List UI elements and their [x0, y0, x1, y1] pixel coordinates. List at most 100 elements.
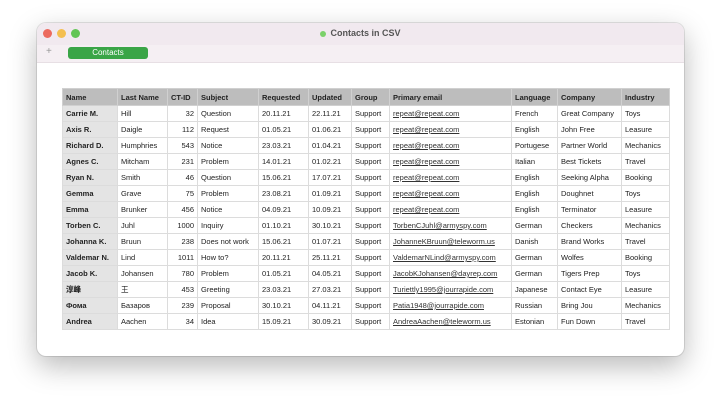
company-cell[interactable]: Tigers Prep	[557, 265, 622, 282]
company-cell[interactable]: Wolfes	[557, 249, 622, 266]
email-link[interactable]: TorbenCJuhl@armyspy.com	[389, 217, 512, 234]
company-cell[interactable]: Best Tickets	[557, 153, 622, 170]
updated-cell[interactable]: 01.02.21	[308, 153, 352, 170]
table-row[interactable]: Valdemar N. Lind 1011 How to? 20.11.21 25.11.…	[62, 249, 670, 266]
subject-cell[interactable]: Proposal	[197, 297, 259, 314]
table-row[interactable]: Emma Brunker 456 Notice 04.09.21 10.09.21 Supp…	[62, 201, 670, 218]
subject-cell[interactable]: Problem	[197, 185, 259, 202]
last-name-cell[interactable]: Bruun	[117, 233, 168, 250]
updated-cell[interactable]: 27.03.21	[308, 281, 352, 298]
company-cell[interactable]: Checkers	[557, 217, 622, 234]
company-cell[interactable]: Seeking Alpha	[557, 169, 622, 186]
company-cell[interactable]: Terminator	[557, 201, 622, 218]
subject-cell[interactable]: How to?	[197, 249, 259, 266]
subject-cell[interactable]: Greeting	[197, 281, 259, 298]
updated-cell[interactable]: 22.11.21	[308, 105, 352, 122]
column-header-requested[interactable]: Requested	[258, 88, 309, 106]
name-cell[interactable]: Agnes C.	[62, 153, 118, 170]
last-name-cell[interactable]: Grave	[117, 185, 168, 202]
last-name-cell[interactable]: Mitcham	[117, 153, 168, 170]
group-cell[interactable]: Support	[351, 265, 390, 282]
requested-cell[interactable]: 20.11.21	[258, 105, 309, 122]
name-cell[interactable]: Johanna K.	[62, 233, 118, 250]
table-row[interactable]: Jacob K. Johansen 780 Problem 01.05.21 04.05.…	[62, 265, 670, 282]
last-name-cell[interactable]: Lind	[117, 249, 168, 266]
email-link[interactable]: JohanneKBruun@teleworm.us	[389, 233, 512, 250]
last-name-cell[interactable]: Humphries	[117, 137, 168, 154]
column-header-updated[interactable]: Updated	[308, 88, 352, 106]
subject-cell[interactable]: Notice	[197, 137, 259, 154]
email-link[interactable]: repeat@repeat.com	[389, 137, 512, 154]
column-header-name[interactable]: Name	[62, 88, 118, 106]
column-header-primary-email[interactable]: Primary email	[389, 88, 512, 106]
updated-cell[interactable]: 04.11.21	[308, 297, 352, 314]
table-row[interactable]: Фома Базаров 239 Proposal 30.10.21 04.11.21 Su…	[62, 297, 670, 314]
language-cell[interactable]: German	[511, 265, 558, 282]
email-link[interactable]: AndreaAachen@teleworm.us	[389, 313, 512, 330]
industry-cell[interactable]: Booking	[621, 169, 670, 186]
industry-cell[interactable]: Mechanics	[621, 137, 670, 154]
updated-cell[interactable]: 01.04.21	[308, 137, 352, 154]
email-link[interactable]: repeat@repeat.com	[389, 153, 512, 170]
name-cell[interactable]: Axis R.	[62, 121, 118, 138]
industry-cell[interactable]: Travel	[621, 313, 670, 330]
name-cell[interactable]: Фома	[62, 297, 118, 314]
last-name-cell[interactable]: Smith	[117, 169, 168, 186]
requested-cell[interactable]: 01.05.21	[258, 121, 309, 138]
ct-id-cell[interactable]: 453	[167, 281, 198, 298]
company-cell[interactable]: Great Company	[557, 105, 622, 122]
company-cell[interactable]: Doughnet	[557, 185, 622, 202]
group-cell[interactable]: Support	[351, 153, 390, 170]
email-link[interactable]: Patia1948@jourrapide.com	[389, 297, 512, 314]
company-cell[interactable]: John Free	[557, 121, 622, 138]
industry-cell[interactable]: Leasure	[621, 281, 670, 298]
subject-cell[interactable]: Notice	[197, 201, 259, 218]
language-cell[interactable]: Italian	[511, 153, 558, 170]
table-row[interactable]: 淳峰王 453 Greeting 23.03.21 27.03.21 Support Tur…	[62, 281, 670, 298]
subject-cell[interactable]: Inquiry	[197, 217, 259, 234]
updated-cell[interactable]: 17.07.21	[308, 169, 352, 186]
table-row[interactable]: Andrea Aachen 34 Idea 15.09.21 30.09.21 Suppor…	[62, 313, 670, 330]
table-row[interactable]: Johanna K. Bruun 238 Does not work 15.06.21 0…	[62, 233, 670, 250]
column-header-ct-id[interactable]: CT-ID	[167, 88, 198, 106]
ct-id-cell[interactable]: 46	[167, 169, 198, 186]
language-cell[interactable]: English	[511, 201, 558, 218]
company-cell[interactable]: Contact Eye	[557, 281, 622, 298]
last-name-cell[interactable]: Aachen	[117, 313, 168, 330]
industry-cell[interactable]: Toys	[621, 265, 670, 282]
language-cell[interactable]: German	[511, 217, 558, 234]
email-link[interactable]: repeat@repeat.com	[389, 185, 512, 202]
column-header-industry[interactable]: Industry	[621, 88, 670, 106]
requested-cell[interactable]: 04.09.21	[258, 201, 309, 218]
ct-id-cell[interactable]: 1011	[167, 249, 198, 266]
ct-id-cell[interactable]: 1000	[167, 217, 198, 234]
name-cell[interactable]: Carrie M.	[62, 105, 118, 122]
column-header-language[interactable]: Language	[511, 88, 558, 106]
group-cell[interactable]: Support	[351, 233, 390, 250]
group-cell[interactable]: Support	[351, 249, 390, 266]
name-cell[interactable]: 淳峰	[62, 281, 118, 298]
company-cell[interactable]: Partner World	[557, 137, 622, 154]
group-cell[interactable]: Support	[351, 313, 390, 330]
email-link[interactable]: ValdemarNLind@armyspy.com	[389, 249, 512, 266]
industry-cell[interactable]: Toys	[621, 185, 670, 202]
email-link[interactable]: JacobKJohansen@dayrep.com	[389, 265, 512, 282]
industry-cell[interactable]: Leasure	[621, 201, 670, 218]
last-name-cell[interactable]: Daigle	[117, 121, 168, 138]
language-cell[interactable]: Estonian	[511, 313, 558, 330]
subject-cell[interactable]: Idea	[197, 313, 259, 330]
name-cell[interactable]: Emma	[62, 201, 118, 218]
company-cell[interactable]: Brand Works	[557, 233, 622, 250]
language-cell[interactable]: German	[511, 249, 558, 266]
column-header-subject[interactable]: Subject	[197, 88, 259, 106]
language-cell[interactable]: English	[511, 185, 558, 202]
ct-id-cell[interactable]: 231	[167, 153, 198, 170]
industry-cell[interactable]: Travel	[621, 153, 670, 170]
updated-cell[interactable]: 04.05.21	[308, 265, 352, 282]
industry-cell[interactable]: Mechanics	[621, 217, 670, 234]
email-link[interactable]: repeat@repeat.com	[389, 169, 512, 186]
subject-cell[interactable]: Question	[197, 169, 259, 186]
language-cell[interactable]: English	[511, 169, 558, 186]
ct-id-cell[interactable]: 112	[167, 121, 198, 138]
group-cell[interactable]: Support	[351, 281, 390, 298]
